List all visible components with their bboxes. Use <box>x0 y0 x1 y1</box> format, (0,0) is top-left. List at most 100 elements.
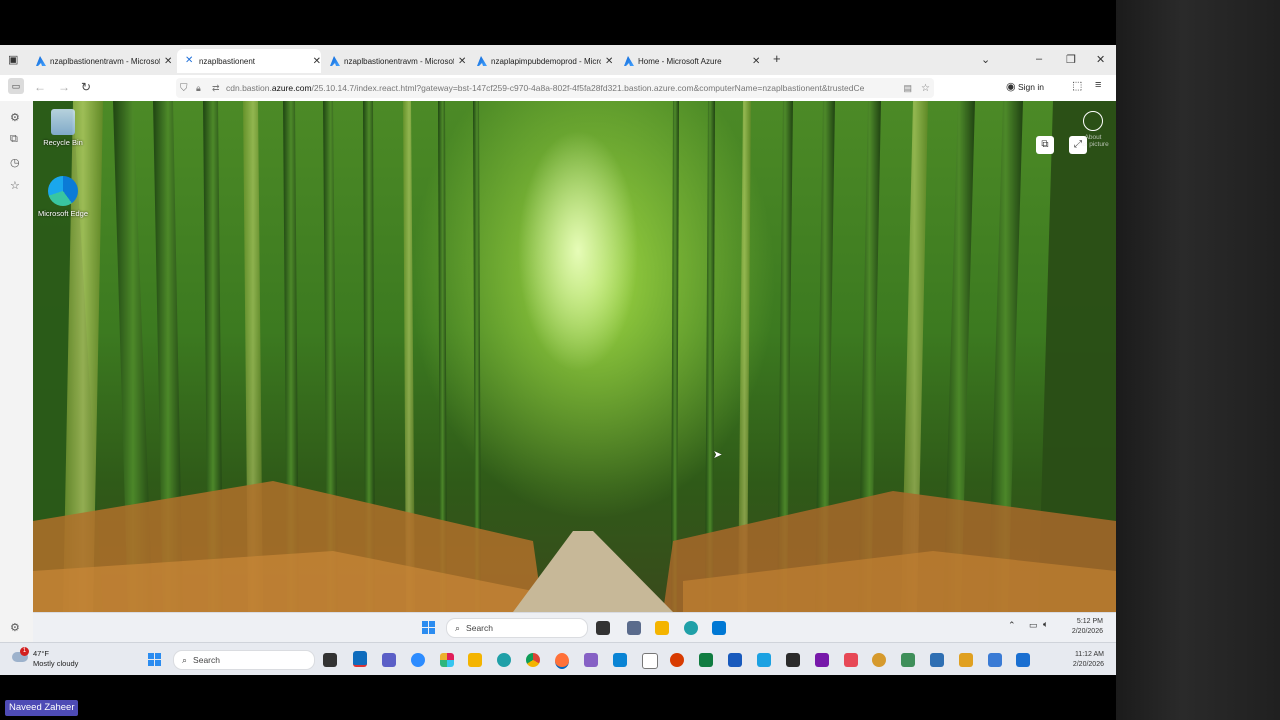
camera-icon <box>1083 111 1103 131</box>
new-tab-button[interactable]: + <box>773 51 781 66</box>
restore-icon[interactable]: ❐ <box>1066 53 1076 66</box>
ai-chatbot-icon[interactable]: ⚙ <box>10 111 20 124</box>
address-bar[interactable]: ⛉ 🔒︎ ⇄ cdn.bastion.azure.com/25.10.14.7/… <box>176 78 934 98</box>
edge-taskbar-icon[interactable] <box>497 653 511 667</box>
tab-3[interactable]: nzaplbastionentravm - Microsoft Azure ✕ <box>322 49 468 73</box>
teams-icon[interactable] <box>382 653 396 667</box>
edge-taskbar-icon[interactable] <box>684 621 698 635</box>
excel-icon[interactable] <box>699 653 713 667</box>
remote-search-box[interactable]: ⌕ Search <box>446 618 588 638</box>
reader-view-icon[interactable]: ▤ <box>903 83 912 94</box>
app-icon[interactable] <box>901 653 915 667</box>
firefox-icon[interactable] <box>555 653 569 669</box>
notepad-icon[interactable] <box>757 653 771 667</box>
back-icon[interactable]: ← <box>34 80 46 94</box>
tab-5[interactable]: Home - Microsoft Azure ✕ <box>616 49 762 73</box>
azure-icon <box>36 56 46 66</box>
app-icon[interactable] <box>872 653 886 667</box>
bastion-icon: ✕ <box>185 55 194 66</box>
bookmarks-icon[interactable]: ☆ <box>10 179 20 192</box>
sidebar-toggle-icon[interactable]: ▭ <box>8 78 24 94</box>
recycle-bin-shortcut[interactable]: Recycle Bin <box>33 109 93 147</box>
word-icon[interactable] <box>728 653 742 667</box>
close-tab-icon[interactable]: ✕ <box>458 56 466 67</box>
remote-taskbar: ⌕ Search ⌃ ▭ 🔈︎ 5:12 PM 2/20/2026 <box>33 612 1116 642</box>
chrome-icon[interactable] <box>526 653 540 667</box>
vscode-icon[interactable] <box>613 653 627 667</box>
close-tab-icon[interactable]: ✕ <box>605 56 613 67</box>
edge-shortcut[interactable]: Microsoft Edge <box>33 176 93 218</box>
remote-search-placeholder: Search <box>466 623 493 633</box>
weather-widget[interactable]: 1 47°F Mostly cloudy <box>12 647 79 669</box>
onenote-icon[interactable] <box>815 653 829 667</box>
tab-4[interactable]: nzaplapimpubdemoprod - Microsoft Azure ✕ <box>469 49 615 73</box>
local-clock[interactable]: 11:12 AM 2/20/2026 <box>1060 650 1104 670</box>
synced-tabs-icon[interactable]: ⧉ <box>10 133 18 146</box>
sign-in-button[interactable]: Sign in <box>1018 82 1044 92</box>
remote-clock[interactable]: 5:12 PM 2/20/2026 <box>1063 617 1103 637</box>
task-view-icon[interactable] <box>323 653 337 667</box>
app-icon[interactable] <box>1016 653 1030 667</box>
zoom-icon[interactable] <box>411 653 425 667</box>
powerpoint-icon[interactable] <box>670 653 684 667</box>
settings-gear-icon[interactable]: ⚙ <box>10 621 20 634</box>
volume-icon[interactable]: 🔈︎ <box>1043 619 1048 630</box>
task-view-icon[interactable] <box>596 621 610 635</box>
local-start-windows-icon[interactable] <box>148 653 161 666</box>
weather-desc: Mostly cloudy <box>33 659 79 668</box>
tab-list-chevron-icon[interactable]: ⌄ <box>981 53 990 66</box>
close-tab-icon[interactable]: ✕ <box>752 56 760 67</box>
azure-icon <box>624 56 634 66</box>
tray-chevron-icon[interactable]: ⌃ <box>1008 620 1016 631</box>
terminal-icon[interactable] <box>786 653 800 667</box>
tab-1[interactable]: nzaplbastionentravm - Microsoft Azure ✕ <box>28 49 176 73</box>
tab-title: Home - Microsoft Azure <box>638 56 722 66</box>
app-icon[interactable] <box>959 653 973 667</box>
menu-icon[interactable]: ≡ <box>1095 79 1101 91</box>
bookmark-star-icon[interactable]: ☆ <box>921 83 930 94</box>
edge-label: Microsoft Edge <box>37 209 89 218</box>
local-date: 2/20/2026 <box>1072 661 1104 668</box>
forward-icon[interactable]: → <box>58 80 70 94</box>
snipping-tool-icon[interactable] <box>642 653 658 669</box>
tab-title: nzaplbastionentravm - Microsoft Azure <box>344 56 454 66</box>
local-time: 11:12 AM <box>1074 651 1104 658</box>
permissions-icon[interactable]: ⇄ <box>212 83 220 94</box>
tab-title: nzaplbastionentravm - Microsoft Azure <box>50 56 160 66</box>
store-icon[interactable] <box>712 621 726 635</box>
minimize-icon[interactable]: – <box>1036 53 1042 65</box>
azure-icon <box>477 56 487 66</box>
remote-desktop[interactable]: Recycle Bin Microsoft Edge ⧉ ⤢ About thi… <box>33 101 1116 612</box>
extensions-icon[interactable]: ⬚ <box>1072 79 1082 92</box>
recycle-bin-label: Recycle Bin <box>43 138 83 147</box>
navigation-bar: ▭ ← → ↻ ⛉ 🔒︎ ⇄ cdn.bastion.azure.com/25.… <box>0 75 1116 102</box>
slack-icon[interactable] <box>440 653 454 667</box>
app-icon[interactable] <box>930 653 944 667</box>
tab-actions-icon[interactable]: ▣ <box>8 53 18 66</box>
outlook-icon[interactable] <box>353 651 367 667</box>
weather-temp: 47°F <box>33 649 49 658</box>
network-icon[interactable]: ▭ <box>1029 620 1038 631</box>
visual-studio-icon[interactable] <box>584 653 598 667</box>
start-windows-icon[interactable] <box>422 621 435 634</box>
clipboard-button[interactable]: ⧉ <box>1036 136 1054 154</box>
presenter-name-badge: Naveed Zaheer <box>5 700 79 716</box>
tab-2-active[interactable]: ✕ nzaplbastionent ✕ <box>177 49 321 73</box>
file-explorer-icon[interactable] <box>655 621 669 635</box>
close-window-icon[interactable]: ✕ <box>1096 53 1105 66</box>
copilot-icon[interactable] <box>627 621 641 635</box>
close-tab-icon[interactable]: ✕ <box>164 56 172 67</box>
close-tab-icon[interactable]: ✕ <box>313 56 321 67</box>
local-search-box[interactable]: ⌕ Search <box>173 650 315 670</box>
browser-sidebar: ⚙ ⧉ ◷ ☆ ⚙ <box>0 101 33 675</box>
paint-icon[interactable] <box>844 653 858 667</box>
reload-icon[interactable]: ↻ <box>81 80 91 94</box>
dark-background <box>1116 0 1280 720</box>
app-icon[interactable] <box>988 653 1002 667</box>
url-text: cdn.bastion.azure.com/25.10.14.7/index.r… <box>226 83 865 93</box>
account-icon[interactable]: ◉ <box>1006 80 1016 93</box>
search-icon: ⌕ <box>455 622 461 633</box>
history-icon[interactable]: ◷ <box>10 156 20 169</box>
file-explorer-icon[interactable] <box>468 653 482 667</box>
about-this-picture[interactable]: About this picture <box>1075 111 1111 148</box>
